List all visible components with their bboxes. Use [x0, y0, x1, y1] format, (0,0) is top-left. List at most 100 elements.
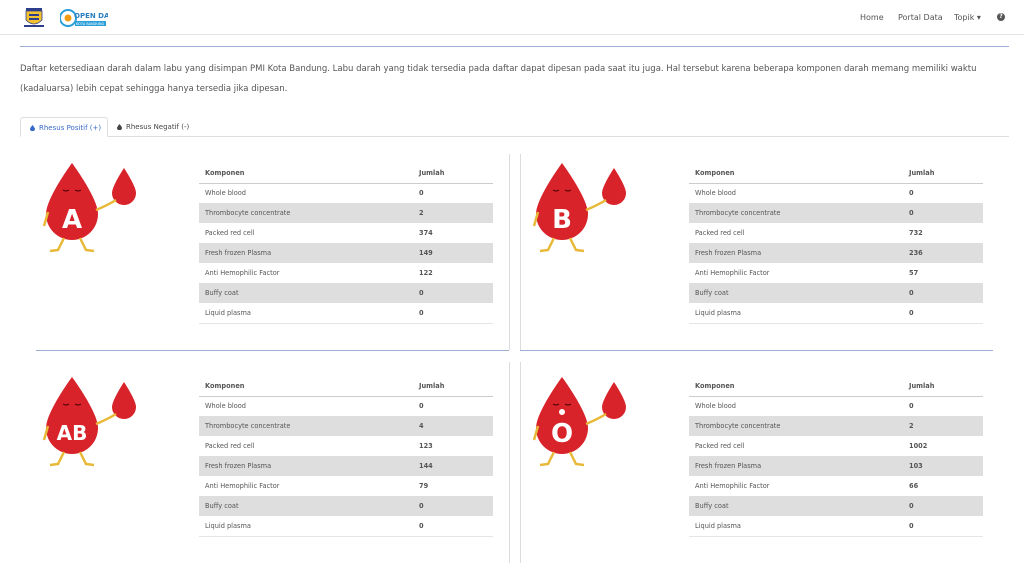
card-bottom-rule	[520, 350, 993, 351]
rhesus-tabs: Rhesus Positif (+) Rhesus Negatif (-)	[20, 117, 1009, 137]
jumlah-cell: 66	[903, 476, 983, 496]
tab-rhesus-positif[interactable]: Rhesus Positif (+)	[20, 117, 108, 137]
table-row: Buffy coat 0	[689, 496, 983, 516]
blood-type-o-mascot: O	[532, 377, 626, 467]
jumlah-cell: 2	[413, 203, 493, 223]
table-row: Liquid plasma 0	[199, 303, 493, 324]
svg-text:KOTA BANDUNG: KOTA BANDUNG	[76, 22, 105, 26]
jumlah-cell: 0	[413, 396, 493, 416]
komponen-cell: Whole blood	[689, 396, 903, 416]
header-komponen: Komponen	[689, 377, 903, 397]
header-komponen: Komponen	[199, 164, 413, 184]
komponen-cell: Packed red cell	[199, 436, 413, 456]
header-divider	[20, 46, 1009, 47]
table-row: Fresh frozen Plasma 236	[689, 243, 983, 263]
blood-type-ab-mascot: AB	[42, 377, 136, 467]
jumlah-cell: 103	[903, 456, 983, 476]
jumlah-cell: 0	[903, 396, 983, 416]
jumlah-cell: 149	[413, 243, 493, 263]
group-letter: AB	[57, 421, 88, 445]
table-row: Buffy coat 0	[199, 496, 493, 516]
table-row: Thrombocyte concentrate 2	[199, 203, 493, 223]
table-row: Whole blood 0	[689, 396, 983, 416]
komponen-cell: Whole blood	[689, 183, 903, 203]
blood-table-ab: Komponen Jumlah Whole blood 0 Thrombocyte …	[199, 377, 493, 537]
table-row: Packed red cell 374	[199, 223, 493, 243]
blood-drop-icon	[117, 124, 122, 130]
table-row: Thrombocyte concentrate 2	[689, 416, 983, 436]
jumlah-cell: 0	[413, 516, 493, 537]
table-row: Thrombocyte concentrate 0	[689, 203, 983, 223]
komponen-cell: Liquid plasma	[199, 516, 413, 537]
table-row: Liquid plasma 0	[689, 516, 983, 537]
jumlah-cell: 0	[903, 283, 983, 303]
komponen-cell: Thrombocyte concentrate	[199, 416, 413, 436]
jumlah-cell: 0	[903, 496, 983, 516]
header-komponen: Komponen	[199, 377, 413, 397]
komponen-cell: Packed red cell	[689, 436, 903, 456]
table-row: Buffy coat 0	[689, 283, 983, 303]
blood-type-b-mascot: B	[532, 163, 626, 253]
jumlah-cell: 0	[413, 183, 493, 203]
komponen-cell: Liquid plasma	[689, 516, 903, 537]
komponen-cell: Packed red cell	[689, 223, 903, 243]
tab-rhesus-negatif[interactable]: Rhesus Negatif (-)	[108, 117, 198, 137]
table-row: Whole blood 0	[199, 183, 493, 203]
question-circle-icon[interactable]: ?	[997, 13, 1005, 21]
blood-type-a-mascot: A	[42, 163, 136, 253]
header-jumlah: Jumlah	[413, 164, 493, 184]
komponen-cell: Fresh frozen Plasma	[199, 456, 413, 476]
komponen-cell: Buffy coat	[689, 283, 903, 303]
komponen-cell: Buffy coat	[199, 496, 413, 516]
header-jumlah: Jumlah	[903, 377, 983, 397]
komponen-cell: Fresh frozen Plasma	[689, 456, 903, 476]
table-row: Fresh frozen Plasma 103	[689, 456, 983, 476]
jumlah-cell: 1002	[903, 436, 983, 456]
card-bottom-rule	[36, 350, 509, 351]
jumlah-cell: 57	[903, 263, 983, 283]
komponen-cell: Liquid plasma	[689, 303, 903, 324]
table-row: Anti Hemophilic Factor 122	[199, 263, 493, 283]
komponen-cell: Anti Hemophilic Factor	[689, 476, 903, 496]
nav-topik-dropdown[interactable]: Topik ▾	[954, 13, 981, 22]
table-row: Packed red cell 123	[199, 436, 493, 456]
blood-table-b: Komponen Jumlah Whole blood 0 Thrombocyte …	[689, 164, 983, 324]
jumlah-cell: 0	[903, 516, 983, 537]
blood-table-o: Komponen Jumlah Whole blood 0 Thrombocyte …	[689, 377, 983, 537]
jumlah-cell: 0	[903, 183, 983, 203]
jumlah-cell: 0	[413, 283, 493, 303]
tab-label: Rhesus Positif (+)	[39, 124, 102, 132]
komponen-cell: Fresh frozen Plasma	[689, 243, 903, 263]
card-divider	[520, 154, 521, 350]
table-row: Fresh frozen Plasma 149	[199, 243, 493, 263]
table-row: Buffy coat 0	[199, 283, 493, 303]
komponen-cell: Packed red cell	[199, 223, 413, 243]
city-bandung-logo[interactable]	[23, 8, 45, 28]
jumlah-cell: 732	[903, 223, 983, 243]
table-row: Whole blood 0	[689, 183, 983, 203]
top-navbar: OPEN DATA KOTA BANDUNG Home Portal Data …	[0, 0, 1024, 35]
table-row: Thrombocyte concentrate 4	[199, 416, 493, 436]
blood-table-a: Komponen Jumlah Whole blood 0 Thrombocyte …	[199, 164, 493, 324]
tab-label: Rhesus Negatif (-)	[126, 123, 190, 131]
table-row: Fresh frozen Plasma 144	[199, 456, 493, 476]
jumlah-cell: 2	[903, 416, 983, 436]
table-row: Liquid plasma 0	[689, 303, 983, 324]
komponen-cell: Whole blood	[199, 396, 413, 416]
open-data-logo[interactable]: OPEN DATA KOTA BANDUNG	[60, 6, 108, 30]
jumlah-cell: 374	[413, 223, 493, 243]
blood-drop-icon	[30, 125, 35, 131]
table-row: Liquid plasma 0	[199, 516, 493, 537]
header-jumlah: Jumlah	[413, 377, 493, 397]
group-letter: O	[551, 419, 573, 449]
nav-portal-data[interactable]: Portal Data	[898, 13, 943, 22]
komponen-cell: Thrombocyte concentrate	[199, 203, 413, 223]
jumlah-cell: 0	[413, 496, 493, 516]
nav-home[interactable]: Home	[860, 13, 884, 22]
header-komponen: Komponen	[689, 164, 903, 184]
group-letter: B	[552, 205, 572, 235]
jumlah-cell: 122	[413, 263, 493, 283]
komponen-cell: Thrombocyte concentrate	[689, 203, 903, 223]
group-letter: A	[62, 205, 82, 235]
table-row: Anti Hemophilic Factor 79	[199, 476, 493, 496]
